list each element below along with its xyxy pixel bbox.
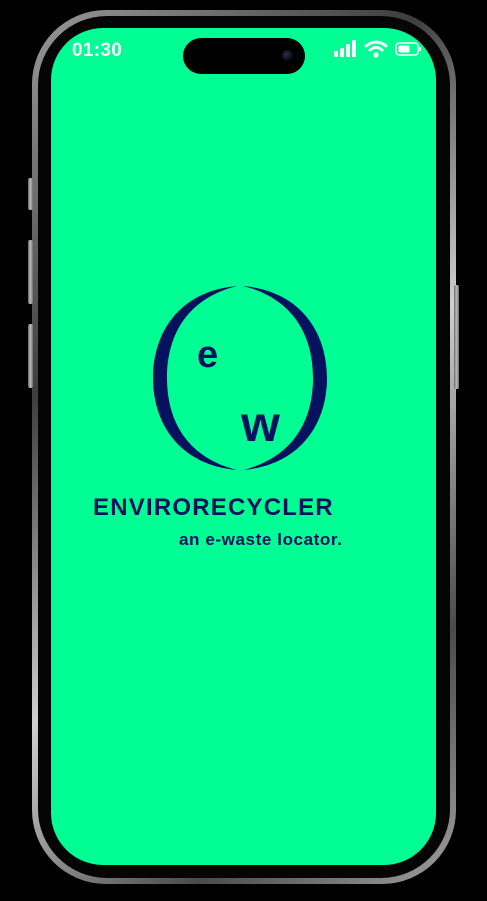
volume-down-button	[28, 324, 33, 388]
app-tagline: an e-waste locator.	[179, 530, 343, 549]
front-camera-icon	[282, 50, 293, 61]
splash-screen: 01:30 e w ENVIRORECYCLER an e-waste loca…	[51, 28, 436, 865]
logo-letter-e: e	[197, 334, 218, 376]
dynamic-island	[183, 38, 305, 74]
envirorecycler-logo: e w	[153, 286, 327, 470]
cellular-signal-icon	[334, 40, 356, 57]
battery-icon	[395, 42, 421, 56]
logo-left-bracket	[153, 286, 237, 470]
status-time: 01:30	[72, 40, 123, 61]
status-icons	[333, 39, 423, 59]
volume-up-button	[28, 240, 33, 304]
power-button	[454, 285, 459, 389]
app-name: ENVIRORECYCLER	[93, 494, 334, 521]
logo-letter-w: w	[240, 396, 280, 452]
mute-switch	[28, 178, 33, 210]
wifi-icon	[364, 40, 388, 58]
